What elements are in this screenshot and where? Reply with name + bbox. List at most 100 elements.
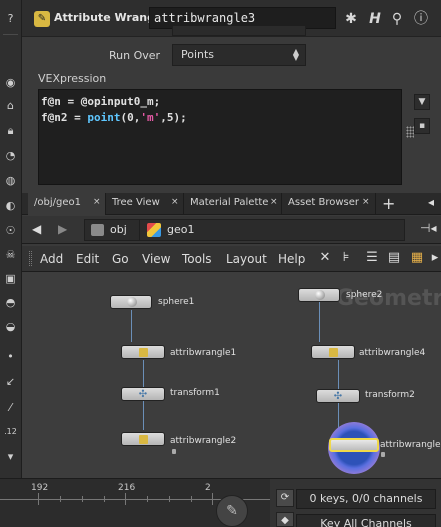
- lock-icon: [381, 452, 385, 457]
- more-icon[interactable]: ▸: [427, 250, 441, 266]
- vex-string-literal: 'm': [140, 111, 161, 124]
- tick: [38, 493, 39, 505]
- add-tab-icon[interactable]: +: [382, 194, 395, 213]
- frame-label: 192: [31, 483, 49, 493]
- node-label: transform2: [365, 390, 415, 400]
- wrangle-icon: [139, 435, 148, 444]
- frame-label: 216: [118, 483, 136, 493]
- vex-line-2: f@n2 = point(0,'m',5);: [41, 110, 399, 126]
- pane-menu-icon[interactable]: ◂: [428, 195, 434, 209]
- wire-icon[interactable]: ◒: [2, 318, 19, 335]
- wire: [319, 302, 320, 342]
- auto-key-icon[interactable]: ⟳: [276, 489, 294, 507]
- network-editor-canvas[interactable]: Geometry sphere1 attribwrangle1 ✣ transf…: [22, 272, 441, 478]
- timeline[interactable]: 192 216 2 ✎: [0, 478, 270, 527]
- lock-icon: [172, 449, 176, 454]
- menu-go[interactable]: Go: [112, 252, 129, 266]
- node-label: attribwrangle4: [359, 348, 426, 358]
- point-icon[interactable]: •: [2, 348, 19, 365]
- ghost-icon[interactable]: ◔: [2, 147, 19, 164]
- wrangle-icon: [139, 348, 148, 357]
- wire: [143, 400, 144, 430]
- node-attribwrangle4[interactable]: [311, 345, 355, 359]
- node-attribwrangle1[interactable]: [121, 345, 165, 359]
- view-icon[interactable]: ◉: [2, 74, 19, 91]
- edge-icon[interactable]: ↙: [2, 373, 19, 390]
- key-all-channels-button[interactable]: Key All Channels: [296, 514, 436, 527]
- tick: [104, 496, 105, 502]
- node-attribwrangle2[interactable]: [121, 432, 165, 446]
- transform-icon: ✣: [138, 389, 148, 400]
- skull-icon[interactable]: ☠: [2, 246, 19, 263]
- close-icon[interactable]: ×: [171, 197, 179, 207]
- info-icon[interactable]: ⓘ: [412, 10, 430, 28]
- help-h-icon[interactable]: H: [366, 10, 384, 28]
- tree-icon[interactable]: ⊧: [338, 250, 354, 266]
- display-icon[interactable]: ☉: [2, 222, 19, 239]
- tab-label: Tree View: [112, 197, 160, 208]
- shading-icon[interactable]: ◓: [2, 294, 19, 311]
- palette-grid-icon[interactable]: ▦: [409, 250, 425, 266]
- camera-icon[interactable]: ▣: [2, 270, 19, 287]
- more-icon[interactable]: ▾: [2, 448, 19, 465]
- menu-add[interactable]: Add: [40, 252, 63, 266]
- run-over-dropdown[interactable]: Points ▲ ▼: [172, 44, 306, 66]
- vex-code-text: (0,: [120, 111, 141, 124]
- toolbar-handle[interactable]: [29, 251, 32, 266]
- search-icon[interactable]: ⚲: [388, 10, 406, 28]
- parameter-pane: ✎ Attribute Wrangle attribwrangle3 ✱ H ⚲…: [22, 0, 441, 190]
- menu-help[interactable]: Help: [278, 252, 305, 266]
- resize-grip-icon[interactable]: [406, 126, 414, 138]
- group-type-field[interactable]: [172, 26, 306, 36]
- path-segment-obj[interactable]: obj: [110, 223, 127, 236]
- pick-icon[interactable]: ⁄: [2, 399, 19, 416]
- tick: [60, 496, 61, 502]
- left-tool-shelf: ? ◉ ⌂ 🔒︎ ◔ ◍ ◐ ☉ ☠ ▣ ◓ ◒ • ↙ ⁄ .12 ▾: [0, 0, 22, 478]
- gear-icon[interactable]: ✱: [342, 10, 360, 28]
- snap-icon[interactable]: ⌂: [2, 97, 19, 114]
- forward-arrow-icon[interactable]: ▶: [58, 222, 67, 236]
- path-segment-geo[interactable]: geo1: [167, 223, 194, 236]
- node-transform1[interactable]: ✣: [121, 387, 165, 401]
- wire: [131, 310, 132, 342]
- node-label: attribwrangle1: [170, 348, 237, 358]
- create-spare-params-icon[interactable]: ▪: [414, 118, 430, 134]
- close-icon[interactable]: ×: [270, 197, 278, 207]
- node-attribwrangle3-selected[interactable]: [329, 438, 379, 452]
- path-separator: [139, 220, 140, 240]
- tab-material-palette[interactable]: Material Palette: [184, 193, 282, 215]
- tools-icon[interactable]: ✕: [317, 250, 333, 266]
- close-icon[interactable]: ×: [362, 197, 370, 207]
- menu-layout[interactable]: Layout: [226, 252, 267, 266]
- eye-icon[interactable]: ◍: [2, 172, 19, 189]
- sphere-icon: [315, 290, 325, 300]
- close-icon[interactable]: ×: [93, 197, 101, 207]
- vex-code-text: f@n = @opinput0_m;: [41, 95, 161, 108]
- grid-number-icon[interactable]: .12: [2, 423, 19, 440]
- node-label: attribwrangle3: [380, 440, 441, 450]
- vex-dropdown-icon[interactable]: ▼: [414, 94, 430, 110]
- wire: [143, 360, 144, 388]
- menu-tools[interactable]: Tools: [182, 252, 212, 266]
- list-view-icon[interactable]: ☰: [364, 250, 380, 266]
- tab-label: Asset Browser: [288, 197, 360, 208]
- menu-view[interactable]: View: [142, 252, 170, 266]
- key-dial-icon[interactable]: ✎: [216, 495, 248, 527]
- back-arrow-icon[interactable]: ◀: [32, 222, 41, 236]
- node-transform2[interactable]: ✣: [316, 389, 360, 403]
- path-bar: ◀ ▶ obj geo1 ▼ ⊣◂: [22, 216, 441, 244]
- node-label: transform1: [170, 388, 220, 398]
- vex-code-editor[interactable]: f@n = @opinput0_m; f@n2 = point(0,'m',5);: [38, 89, 402, 185]
- list-detail-icon[interactable]: ▤: [386, 250, 402, 266]
- tick: [82, 496, 83, 502]
- node-sphere2[interactable]: [298, 288, 340, 302]
- network-path[interactable]: obj geo1 ▼: [84, 219, 405, 241]
- menu-edit[interactable]: Edit: [76, 252, 99, 266]
- light-icon[interactable]: ◐: [2, 197, 19, 214]
- pin-icon[interactable]: ⊣◂: [420, 221, 436, 235]
- node-label: sphere2: [346, 290, 383, 300]
- lock-icon[interactable]: 🔒︎: [2, 122, 19, 139]
- node-sphere1[interactable]: [110, 295, 152, 309]
- key-icon[interactable]: ◆: [276, 512, 294, 527]
- help-icon[interactable]: ?: [2, 10, 19, 27]
